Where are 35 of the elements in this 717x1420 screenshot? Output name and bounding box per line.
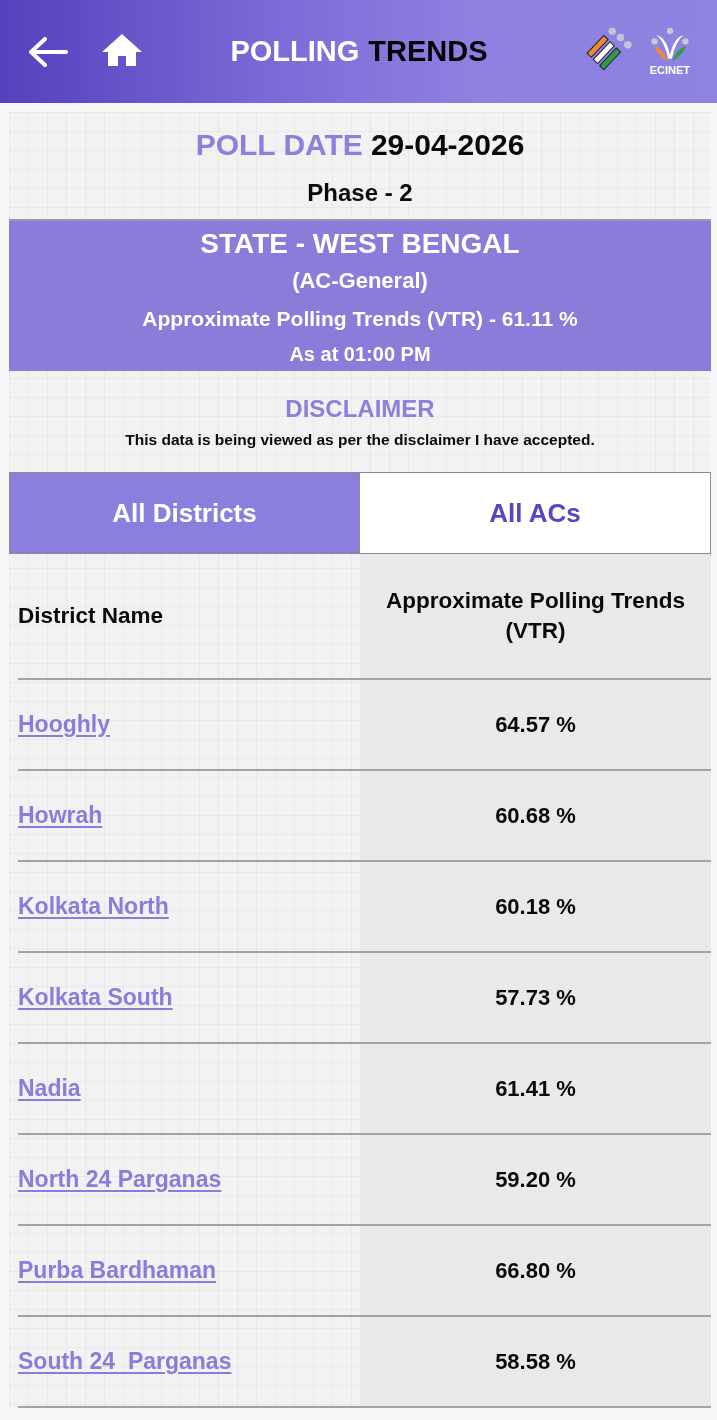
home-icon[interactable]: [102, 33, 142, 66]
election-type: (AC-General): [292, 268, 428, 293]
district-link[interactable]: Howrah: [18, 802, 103, 829]
people-figure-icon: [649, 26, 690, 63]
as-at-time: As at 01:00 PM: [289, 343, 431, 365]
screen-title: POLLING: [230, 35, 360, 68]
turnout-value: 59.20 %: [495, 1166, 576, 1193]
screen-title: TRENDS: [368, 35, 488, 68]
district-link[interactable]: Kolkata North: [18, 893, 169, 920]
turnout-value: 60.68 %: [495, 802, 576, 829]
back-icon[interactable]: [28, 36, 68, 67]
poll-date: 29-04-2026: [370, 127, 525, 163]
district-link[interactable]: North 24 Parganas: [18, 1166, 222, 1193]
turnout-value: 66.80 %: [495, 1257, 576, 1284]
state-name: STATE - WEST BENGAL: [200, 228, 520, 259]
turnout-value: 57.73 %: [495, 984, 576, 1011]
tab[interactable]: All Districts: [9, 472, 360, 554]
district-link[interactable]: South 24 Parganas: [18, 1348, 232, 1375]
disclaimer-title: DISCLAIMER: [285, 395, 435, 422]
turnout-value: 64.57 %: [495, 711, 576, 738]
turnout-value: 60.18 %: [495, 893, 576, 920]
disclaimer-text: This data is being viewed as per the disclaimer I have accepted.: [125, 431, 595, 448]
tab[interactable]: All ACs: [360, 472, 711, 554]
poll-date-label: POLL DATE: [195, 127, 363, 163]
district-link[interactable]: Purba Bardhaman: [18, 1257, 217, 1284]
turnout-value: 61.41 %: [495, 1075, 576, 1102]
district-link[interactable]: Nadia: [18, 1075, 81, 1102]
phase-label: Phase - 2: [307, 179, 413, 206]
overall-turnout: Approximate Polling Trends (VTR) - 61.11 %: [142, 307, 578, 330]
column-header: District Name: [18, 602, 164, 630]
logo-caption: ECINET: [649, 63, 690, 77]
turnout-value: 58.58 %: [495, 1348, 576, 1375]
district-link[interactable]: Kolkata South: [18, 984, 173, 1011]
column-header: Approximate Polling Trends (VTR): [385, 587, 686, 645]
district-link[interactable]: Hooghly: [18, 711, 110, 738]
